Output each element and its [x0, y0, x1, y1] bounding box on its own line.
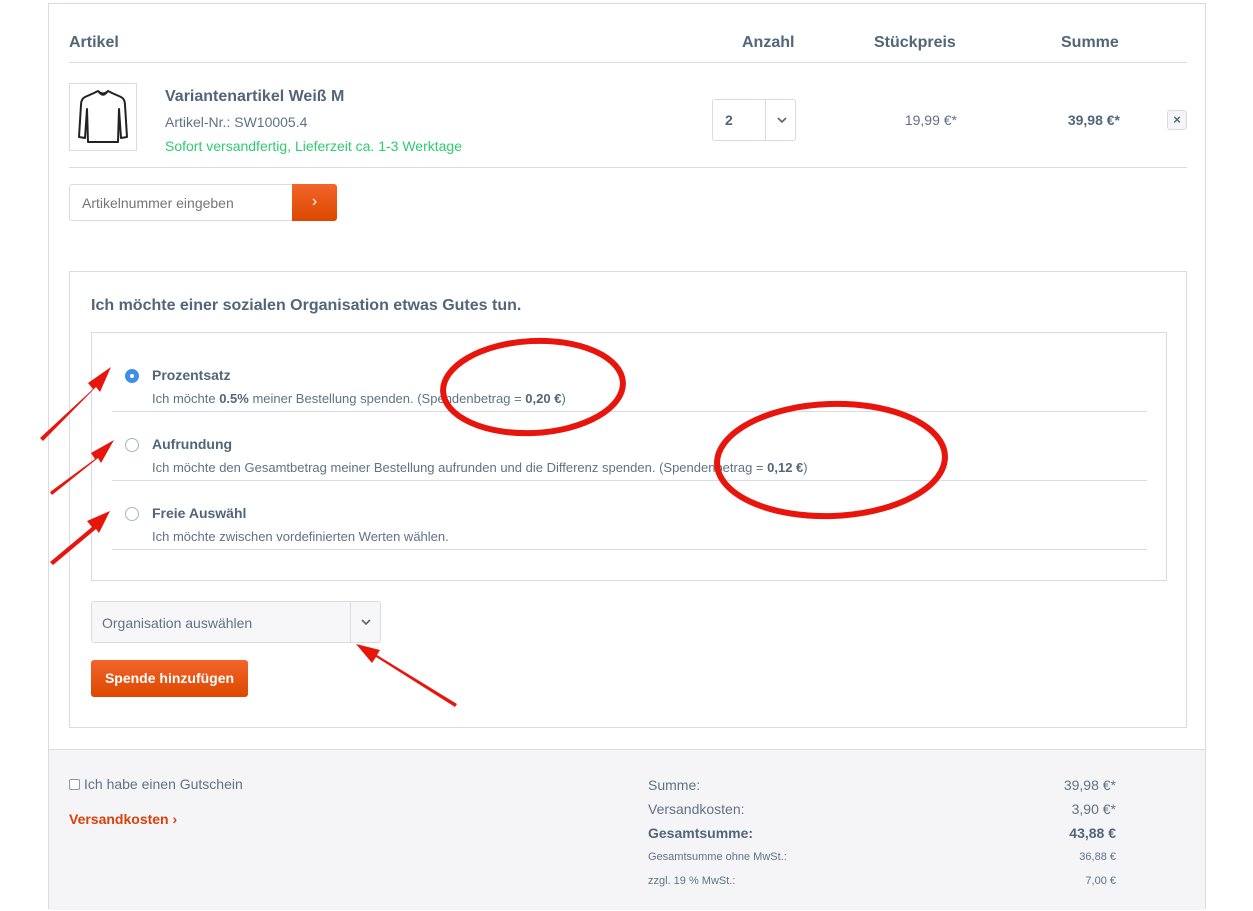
voucher-checkbox[interactable]: [69, 778, 80, 790]
quantity-separator: [765, 100, 766, 140]
chevron-down-icon: [360, 612, 372, 635]
row-divider: [69, 167, 1187, 168]
column-header-quantity: Anzahl: [742, 34, 795, 51]
donation-options: Prozentsatz Ich möchte 0.5% meiner Beste…: [91, 332, 1167, 581]
delivery-status: Sofort versandfertig, Lieferzeit ca. 1-3…: [165, 138, 462, 154]
radio-percentage[interactable]: [125, 369, 139, 383]
cart-panel: Artikel Anzahl Stückpreis Summe Variante…: [48, 3, 1206, 910]
product-name[interactable]: Variantenartikel Weiß M: [165, 88, 344, 106]
option-divider: [112, 549, 1147, 550]
product-image[interactable]: [69, 83, 137, 151]
column-header-sum: Summe: [1061, 34, 1119, 51]
donation-option-percentage[interactable]: Prozentsatz Ich möchte 0.5% meiner Beste…: [112, 343, 1147, 412]
radio-roundup[interactable]: [125, 438, 139, 452]
product-article-number: Artikel-Nr.: SW10005.4: [165, 114, 308, 130]
radio-free-choice[interactable]: [125, 507, 139, 521]
column-header-unit-price: Stückpreis: [874, 34, 956, 51]
add-donation-button[interactable]: Spende hinzufügen: [91, 660, 248, 697]
remove-item-button[interactable]: ×: [1167, 110, 1187, 130]
longsleeve-shirt-icon: [78, 90, 128, 143]
donation-box: Ich möchte einer sozialen Organisation e…: [69, 271, 1187, 728]
option-title: Freie Auswähl: [152, 505, 247, 521]
quantity-value: 2: [725, 112, 733, 128]
chevron-right-icon: ›: [311, 193, 318, 210]
option-title: Prozentsatz: [152, 367, 231, 383]
column-header-article: Artikel: [69, 34, 119, 51]
donation-option-roundup[interactable]: Aufrundung Ich möchte den Gesamtbetrag m…: [112, 412, 1147, 481]
unit-price: 19,99 €*: [904, 112, 957, 128]
line-total: 39,98 €*: [1067, 112, 1120, 128]
chevron-down-icon: [776, 110, 788, 133]
organisation-select-label: Organisation auswählen: [102, 615, 253, 631]
header-divider: [69, 62, 1187, 63]
close-icon: ×: [1173, 112, 1181, 127]
article-number-input[interactable]: [69, 184, 293, 221]
shipping-costs-link[interactable]: Versandkosten ›: [69, 811, 177, 827]
organisation-select[interactable]: Organisation auswählen: [91, 601, 381, 643]
donation-option-free-choice[interactable]: Freie Auswähl Ich möchte zwischen vordef…: [112, 481, 1147, 550]
option-title: Aufrundung: [152, 436, 233, 452]
donation-title: Ich möchte einer sozialen Organisation e…: [91, 297, 522, 314]
voucher-toggle[interactable]: Ich habe einen Gutschein: [69, 776, 243, 792]
select-separator: [350, 602, 351, 642]
add-article-button[interactable]: ›: [292, 184, 337, 221]
option-description: Ich möchte den Gesamtbetrag meiner Beste…: [152, 460, 808, 475]
option-description: Ich möchte zwischen vordefinierten Werte…: [152, 529, 449, 544]
cart-footer: Ich habe einen Gutschein Versandkosten ›…: [49, 749, 1205, 910]
option-description: Ich möchte 0.5% meiner Bestellung spende…: [152, 391, 566, 406]
voucher-label[interactable]: Ich habe einen Gutschein: [84, 776, 243, 792]
quantity-select[interactable]: 2: [712, 99, 796, 141]
